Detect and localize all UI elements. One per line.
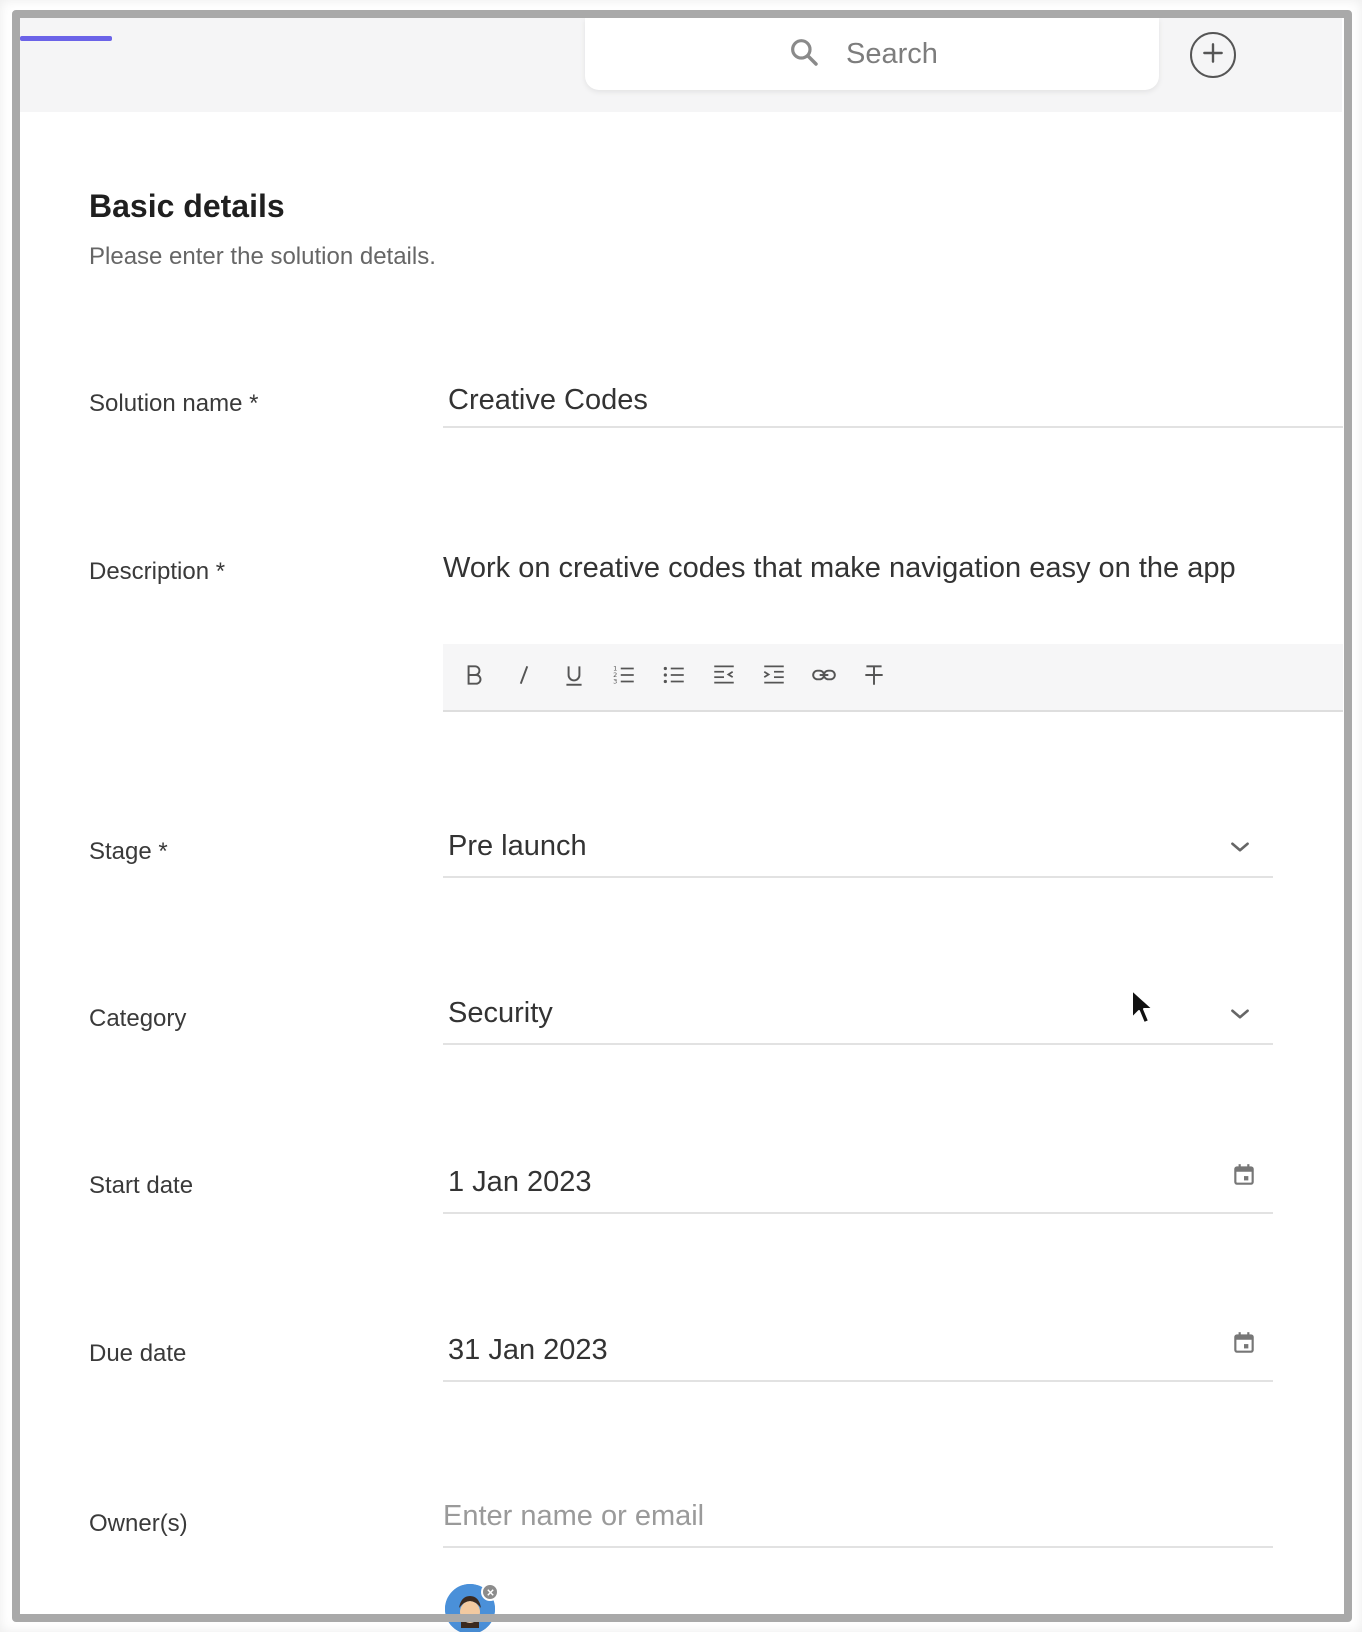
mouse-cursor-icon (1131, 989, 1154, 1024)
search-box[interactable] (585, 18, 1159, 90)
app-window: Basic details Please enter the solution … (0, 0, 1362, 1632)
plus-circle-icon (1200, 40, 1226, 71)
calendar-icon[interactable] (1231, 1330, 1257, 1356)
start-date-value: 1 Jan 2023 (448, 1166, 592, 1198)
bullet-list-icon (661, 662, 687, 693)
outdent-button[interactable] (699, 655, 749, 699)
category-label: Category (89, 1005, 187, 1032)
bold-icon (461, 662, 487, 693)
section-title: Basic details (89, 188, 285, 224)
start-date-field[interactable]: 1 Jan 2023 (443, 1156, 1273, 1214)
bold-button[interactable] (449, 655, 499, 699)
link-icon (811, 662, 837, 693)
owners-placeholder: Enter name or email (443, 1500, 705, 1532)
italic-icon (511, 662, 537, 693)
due-date-label: Due date (89, 1340, 187, 1367)
due-date-value: 31 Jan 2023 (448, 1334, 608, 1366)
outdent-icon (711, 662, 737, 693)
stage-value: Pre launch (448, 830, 587, 862)
indent-icon (761, 662, 787, 693)
underline-icon (561, 662, 587, 693)
solution-name-label: Solution name * (89, 390, 259, 417)
start-date-label: Start date (89, 1172, 194, 1199)
underline-button[interactable] (549, 655, 599, 699)
italic-button[interactable] (499, 655, 549, 699)
rich-text-toolbar: 123 (443, 644, 1343, 712)
description-editor[interactable]: Work on creative codes that make navigat… (443, 552, 1236, 585)
section-subtitle: Please enter the solution details. (89, 243, 436, 270)
stage-select[interactable]: Pre launch (443, 820, 1273, 878)
owners-input[interactable]: Enter name or email (443, 1490, 1273, 1548)
calendar-icon[interactable] (1231, 1162, 1257, 1188)
solution-name-field[interactable]: Creative Codes (443, 370, 1343, 428)
remove-owner-button[interactable] (481, 1583, 499, 1601)
chevron-down-icon (1231, 842, 1249, 852)
description-label: Description * (89, 558, 226, 585)
bullet-list-button[interactable] (649, 655, 699, 699)
active-tab-indicator (20, 36, 112, 41)
indent-button[interactable] (749, 655, 799, 699)
strikethrough-icon (861, 662, 887, 693)
category-value: Security (448, 997, 553, 1029)
svg-text:3: 3 (613, 677, 617, 685)
search-input[interactable] (846, 37, 956, 71)
strikethrough-button[interactable] (849, 655, 899, 699)
due-date-field[interactable]: 31 Jan 2023 (443, 1324, 1273, 1382)
chevron-down-icon (1231, 1009, 1249, 1019)
ordered-list-icon: 123 (611, 662, 637, 693)
close-icon (486, 1588, 494, 1596)
owners-label: Owner(s) (89, 1510, 188, 1537)
stage-label: Stage * (89, 838, 168, 865)
ordered-list-button[interactable]: 123 (599, 655, 649, 699)
solution-name-value: Creative Codes (448, 384, 648, 416)
link-button[interactable] (799, 655, 849, 699)
add-button[interactable] (1190, 32, 1236, 78)
search-icon (788, 36, 820, 73)
